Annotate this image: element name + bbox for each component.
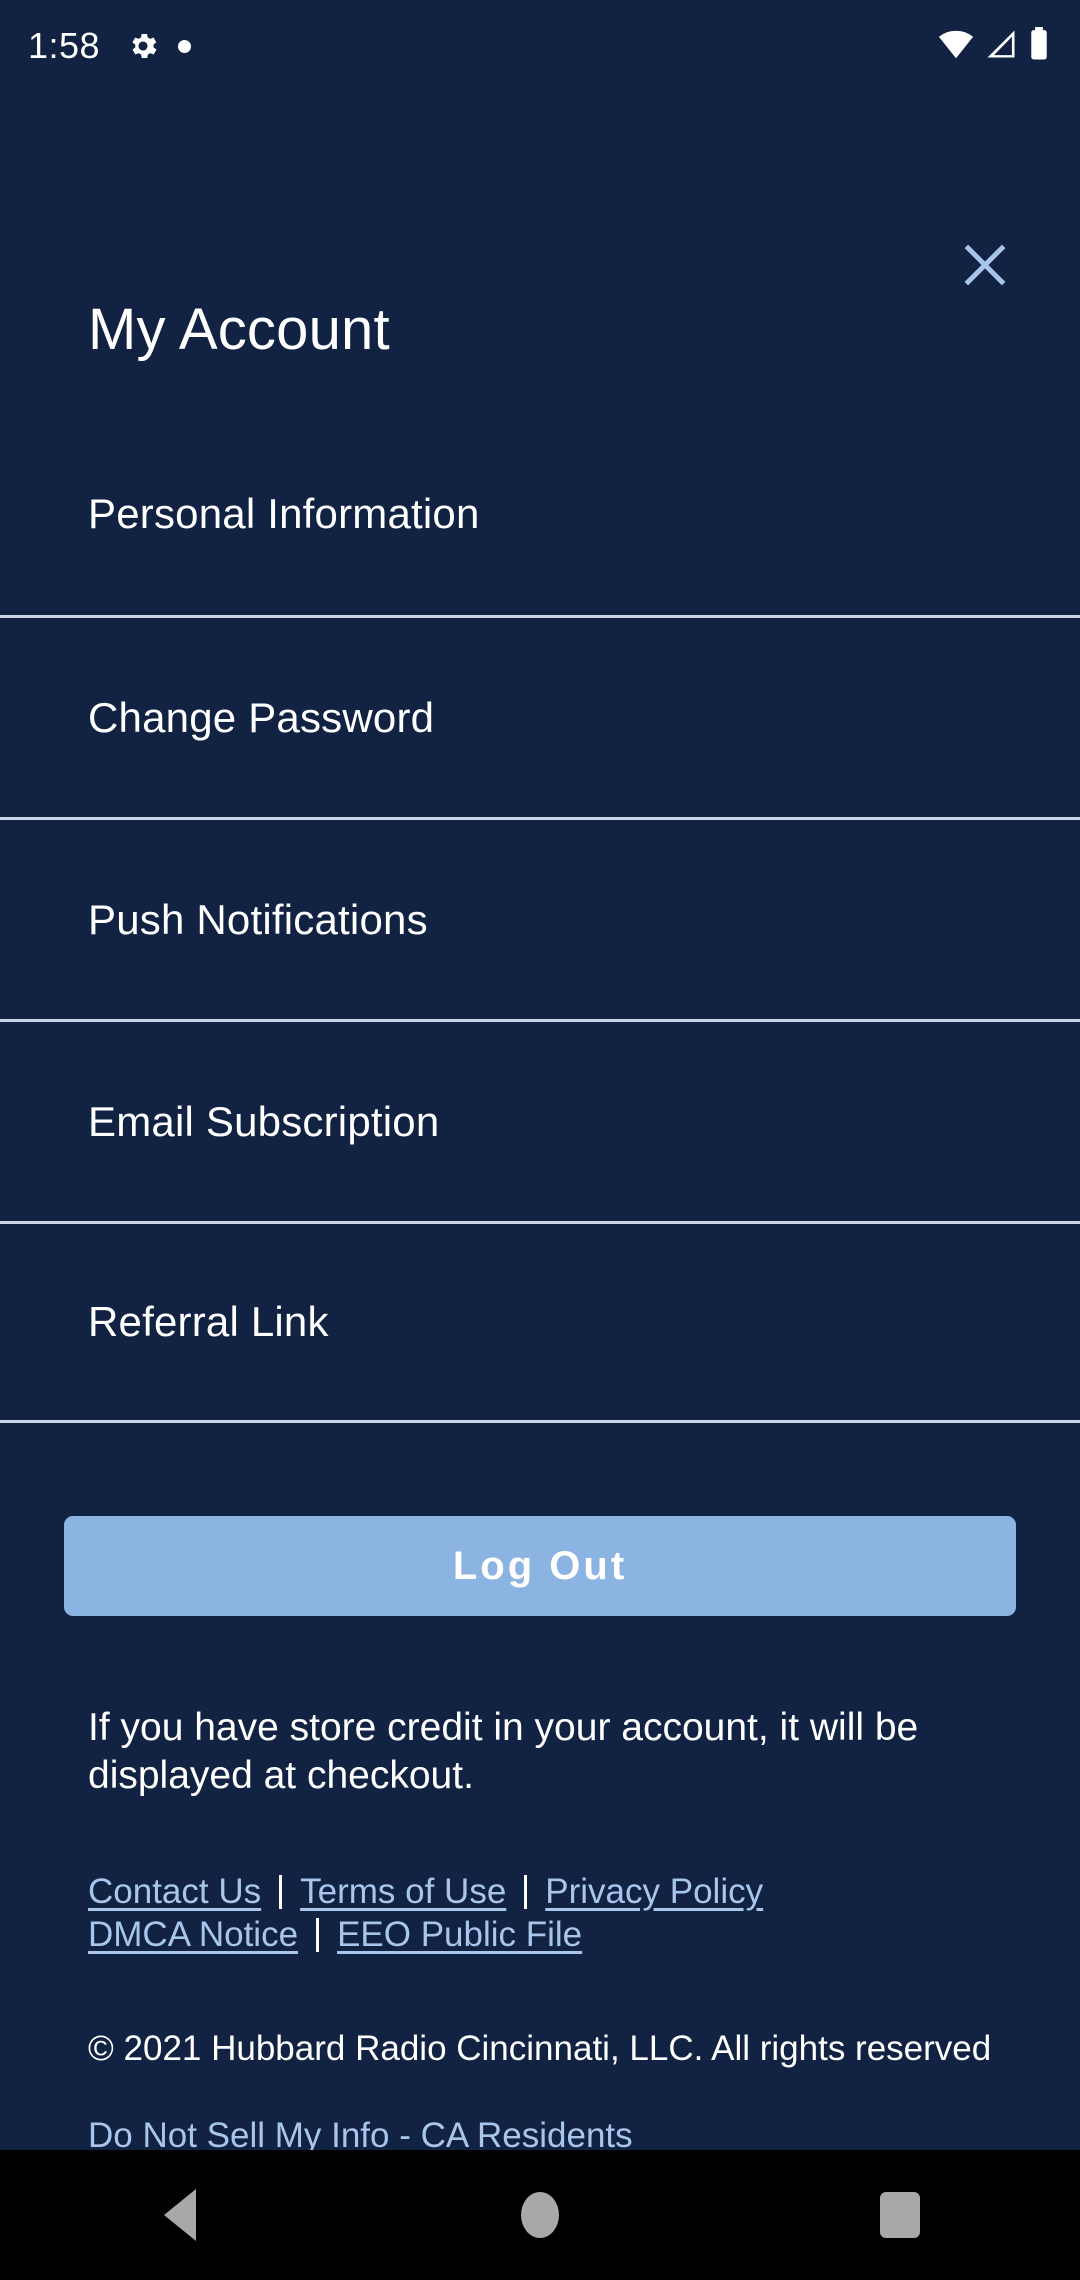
footer-separator [524, 1875, 528, 1909]
link-terms-of-use[interactable]: Terms of Use [300, 1872, 506, 1912]
link-privacy-policy[interactable]: Privacy Policy [545, 1872, 763, 1912]
menu-item-personal-information[interactable]: Personal Information [0, 413, 1080, 615]
account-menu-list: Personal Information Change Password Pus… [0, 413, 1080, 1423]
menu-item-label: Personal Information [88, 490, 480, 537]
app-screen: 1:58 My Account Personal Information Cha… [0, 0, 1080, 2280]
menu-item-email-subscription[interactable]: Email Subscription [0, 1019, 1080, 1221]
dot-indicator-icon [178, 39, 192, 53]
menu-item-label: Change Password [88, 693, 435, 741]
log-out-button[interactable]: Log Out [64, 1516, 1016, 1616]
copyright-text: © 2021 Hubbard Radio Cincinnati, LLC. Al… [88, 2029, 992, 2068]
menu-item-label: Push Notifications [88, 895, 428, 943]
menu-item-referral-link[interactable]: Referral Link [0, 1221, 1080, 1423]
back-button[interactable] [110, 2150, 250, 2280]
menu-item-push-notifications[interactable]: Push Notifications [0, 817, 1080, 1019]
status-bar-system-icons [938, 26, 1050, 66]
store-credit-note: If you have store credit in your account… [88, 1706, 919, 1797]
gear-icon [126, 29, 160, 63]
menu-item-label: Referral Link [88, 1298, 329, 1345]
menu-item-change-password[interactable]: Change Password [0, 615, 1080, 817]
back-arrow-icon [164, 2189, 196, 2241]
wifi-icon [938, 29, 974, 64]
battery-icon [1028, 26, 1050, 66]
menu-item-label: Email Subscription [88, 1097, 440, 1145]
home-circle-icon [521, 2192, 559, 2238]
recents-button[interactable] [830, 2150, 970, 2280]
link-dmca-notice[interactable]: DMCA Notice [88, 1915, 298, 1955]
status-bar: 1:58 [0, 0, 1080, 92]
footer-separator [279, 1875, 283, 1909]
close-button[interactable] [952, 232, 1018, 298]
recents-square-icon [880, 2192, 920, 2238]
cellular-signal-icon [984, 29, 1018, 64]
link-eeo-public-file[interactable]: EEO Public File [337, 1915, 582, 1955]
status-bar-notification-icons [126, 29, 192, 63]
footer-links: Contact Us Terms of Use Privacy Policy D… [88, 1872, 1008, 1958]
footer-separator [316, 1918, 320, 1952]
page-title: My Account [88, 297, 390, 362]
home-button[interactable] [470, 2150, 610, 2280]
footer-links-row-2: DMCA Notice EEO Public File [88, 1915, 1008, 1955]
android-navigation-bar [0, 2150, 1080, 2280]
status-bar-clock: 1:58 [28, 25, 101, 66]
footer-links-row-1: Contact Us Terms of Use Privacy Policy [88, 1872, 1008, 1912]
link-contact-us[interactable]: Contact Us [88, 1872, 261, 1912]
log-out-button-label: Log Out [452, 1543, 628, 1588]
close-icon [957, 237, 1013, 293]
